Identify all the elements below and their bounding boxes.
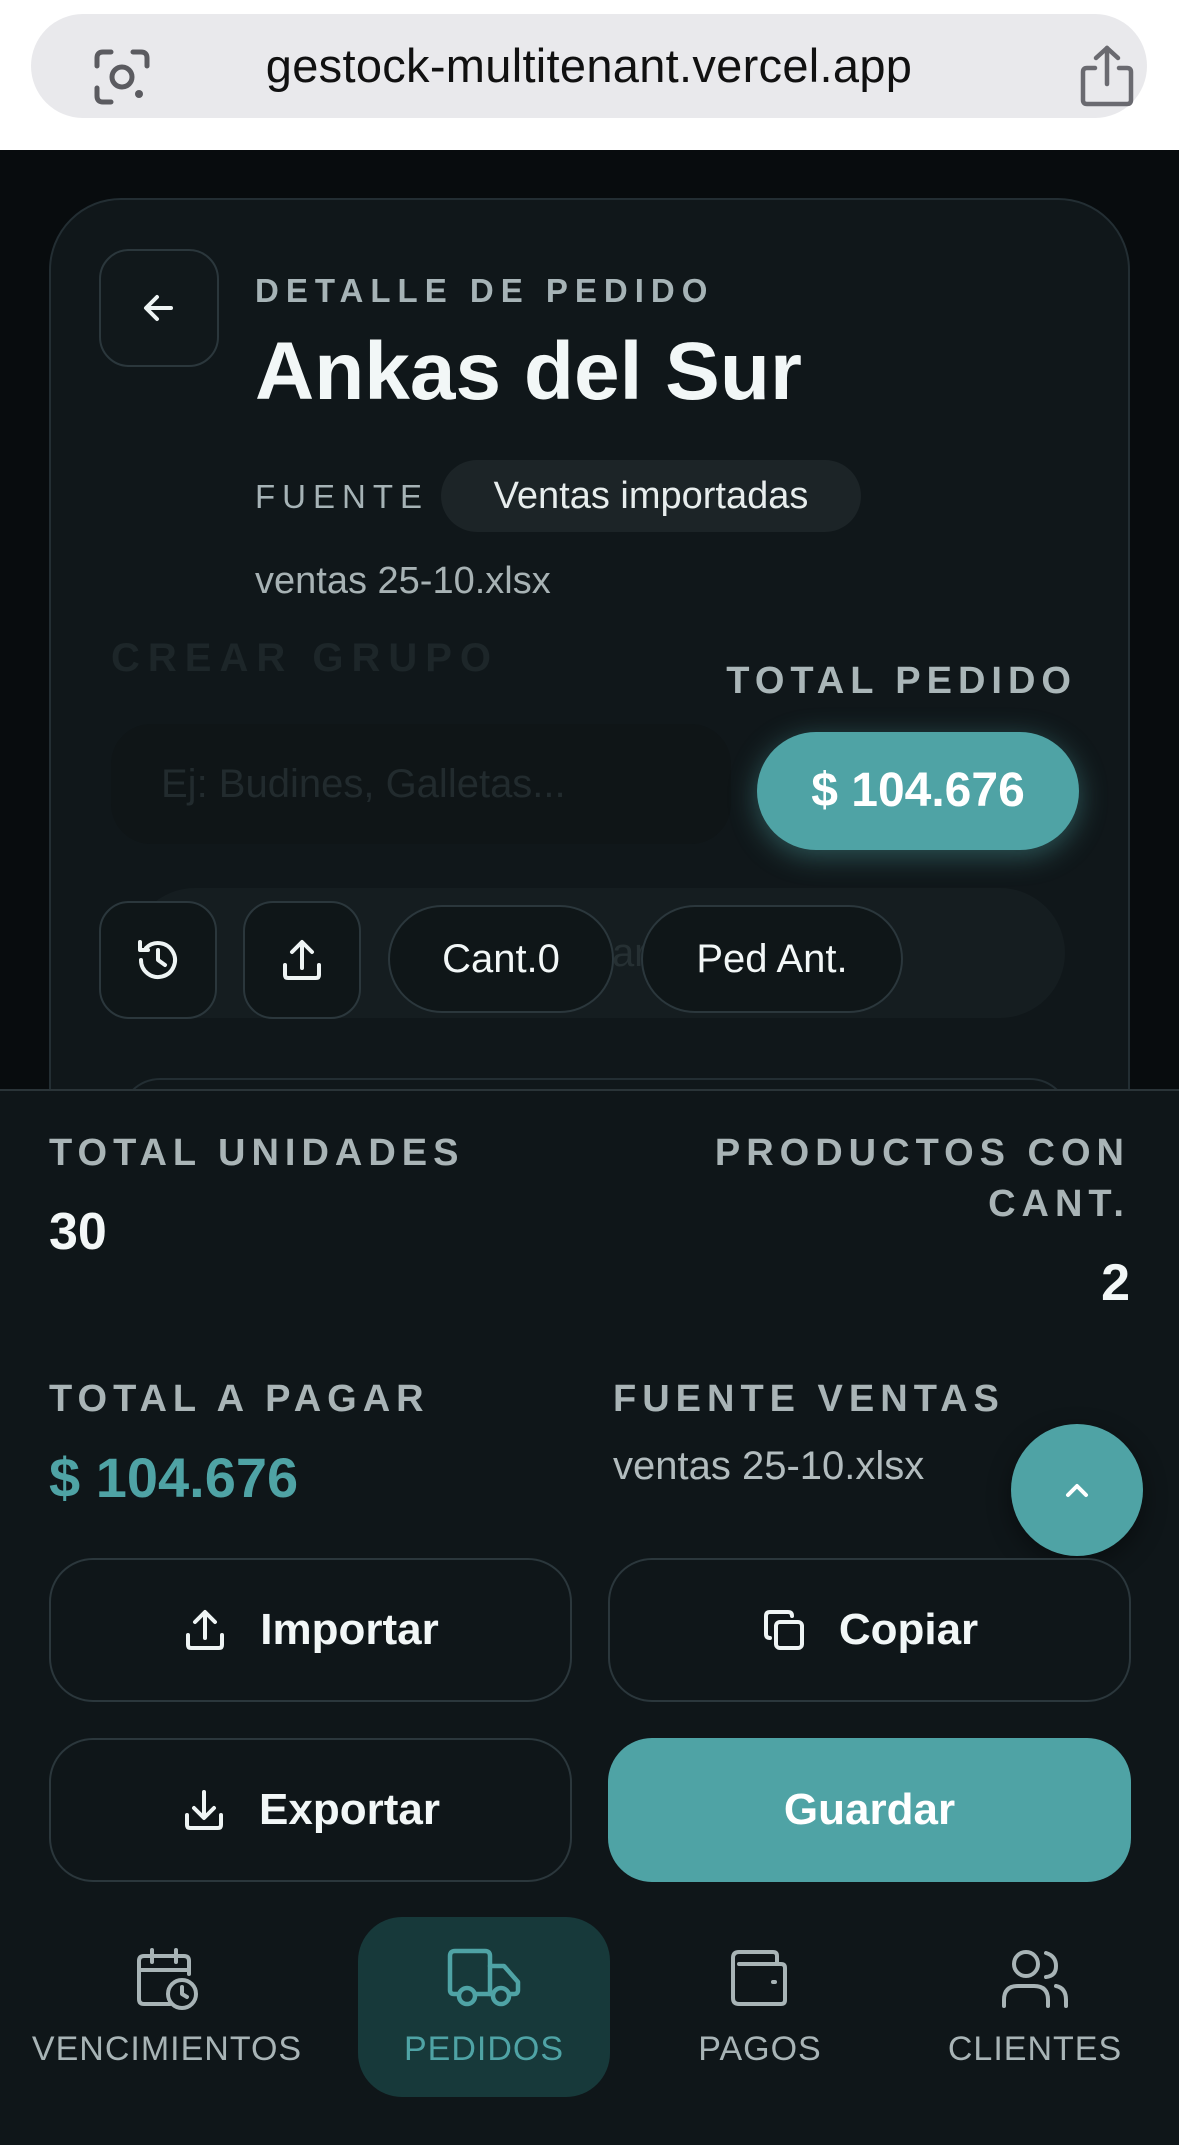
- lens-icon[interactable]: [93, 48, 151, 106]
- total-to-pay-value: $ 104.676: [49, 1446, 299, 1509]
- nav-item-pedidos[interactable]: PEDIDOS: [358, 1917, 610, 2097]
- products-with-qty-label-2: CANT.: [988, 1183, 1130, 1225]
- browser-chrome: gestock-multitenant.vercel.app: [0, 0, 1179, 150]
- page-eyebrow: DETALLE DE PEDIDO: [255, 272, 715, 309]
- sales-source-label: FUENTE VENTAS: [613, 1378, 1005, 1420]
- upload-icon: [186, 1610, 225, 1650]
- app-frame: gestock-multitenant.vercel.app DETALLE D…: [0, 0, 1179, 2145]
- import-button[interactable]: Importar: [49, 1558, 572, 1702]
- products-with-qty-label-1: PRODUCTOS CON: [714, 1132, 1130, 1174]
- scroll-top-button[interactable]: [1011, 1424, 1143, 1556]
- calendar-clock-icon: [137, 1947, 198, 2010]
- nav-label-pagos: PAGOS: [698, 2029, 822, 2068]
- order-total-label: TOTAL PEDIDO: [726, 660, 1077, 702]
- export-label: Exportar: [259, 1785, 440, 1834]
- quantity-filter-button[interactable]: Cant.0: [388, 905, 614, 1013]
- users-icon: [1002, 1949, 1068, 2008]
- create-group-label: CREAR GRUPO: [111, 636, 500, 680]
- previous-order-button[interactable]: Ped Ant.: [641, 905, 903, 1013]
- save-button[interactable]: Guardar: [608, 1738, 1131, 1882]
- nav-label-clientes: CLIENTES: [947, 2029, 1123, 2068]
- export-button[interactable]: Exportar: [49, 1738, 572, 1882]
- source-chip: Ventas importadas: [441, 460, 861, 532]
- total-units-label: TOTAL UNIDADES: [49, 1132, 465, 1174]
- copy-button[interactable]: Copiar: [608, 1558, 1131, 1702]
- group-name-input: Ej: Budines, Galletas...: [111, 724, 731, 844]
- nav-label-vencimientos: VENCIMIENTOS: [31, 2029, 303, 2068]
- products-with-qty-value: 2: [1101, 1254, 1130, 1312]
- truck-icon: [447, 1948, 521, 2006]
- nav-item-vencimientos[interactable]: VENCIMIENTOS: [24, 1917, 310, 2097]
- page-title: Ankas del Sur: [255, 326, 802, 417]
- sales-source-file: ventas 25-10.xlsx: [613, 1444, 925, 1488]
- chevron-up-icon: [1066, 1484, 1088, 1497]
- total-to-pay-label: TOTAL A PAGAR: [49, 1378, 430, 1420]
- total-units-value: 30: [49, 1203, 107, 1261]
- upload-button[interactable]: [243, 901, 361, 1019]
- copy-label: Copiar: [838, 1605, 979, 1654]
- order-total-badge: $ 104.676: [757, 732, 1079, 850]
- url-text: gestock-multitenant.vercel.app: [265, 39, 913, 92]
- download-icon: [185, 1790, 224, 1830]
- copy-icon: [763, 1610, 804, 1650]
- source-label: FUENTE: [255, 478, 429, 515]
- share-icon[interactable]: [1077, 44, 1137, 108]
- nav-item-clientes[interactable]: CLIENTES: [920, 1917, 1150, 2097]
- bottom-nav: VENCIMIENTOS PEDIDOS PAGOS CLIENTES: [0, 1893, 1179, 2145]
- nav-item-pagos[interactable]: PAGOS: [660, 1917, 860, 2097]
- history-icon: [138, 940, 177, 980]
- source-file-name: ventas 25-10.xlsx: [255, 560, 551, 602]
- arrow-left-icon: [144, 295, 173, 321]
- history-button[interactable]: [99, 901, 217, 1019]
- nav-label-pedidos: PEDIDOS: [403, 2029, 565, 2068]
- url-bar[interactable]: gestock-multitenant.vercel.app: [31, 14, 1147, 118]
- back-button[interactable]: [99, 249, 219, 367]
- upload-icon: [283, 940, 321, 980]
- wallet-icon: [731, 1949, 787, 2006]
- import-label: Importar: [260, 1605, 439, 1654]
